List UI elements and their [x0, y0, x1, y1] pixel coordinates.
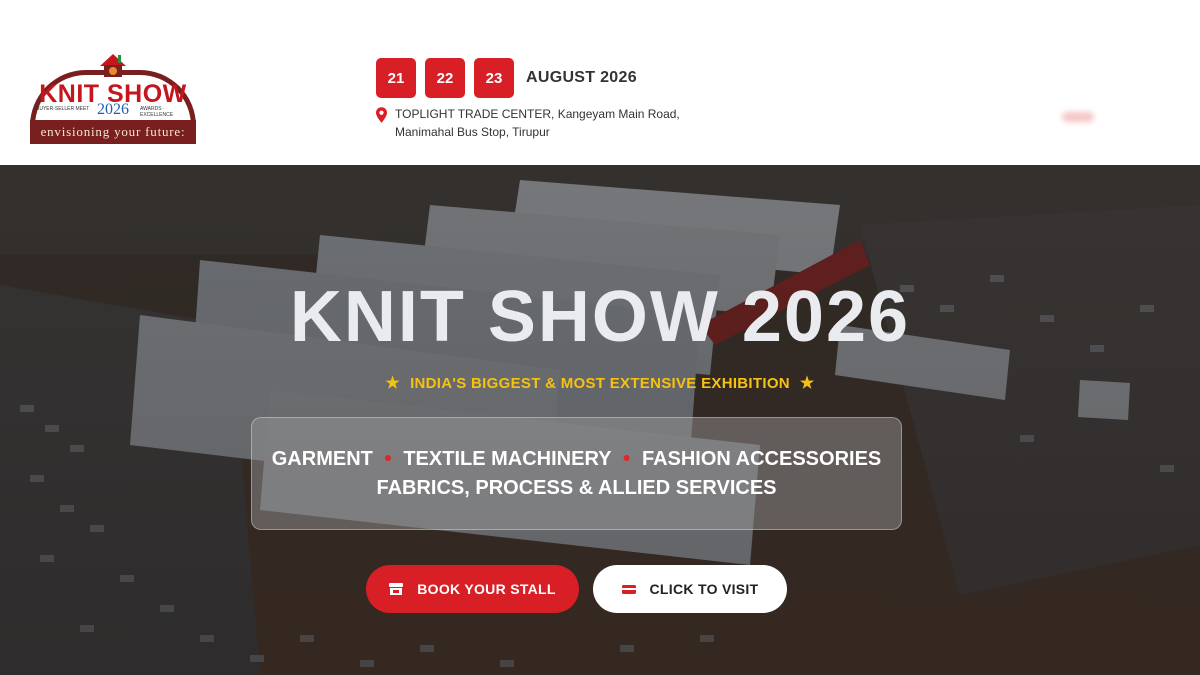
- knit-show-logo[interactable]: KNIT SHOW BUYER-SELLER MEET 2026 AWARDS …: [28, 52, 198, 144]
- hero-title: KNIT SHOW 2026: [289, 277, 911, 357]
- category-fashion-accessories: FASHION ACCESSORIES: [641, 448, 882, 470]
- logo-subtext-right: AWARDS · EXCELLENCE: [140, 106, 174, 118]
- category-garment: GARMENT: [271, 448, 373, 470]
- event-dates: 21 22 23 AUGUST 2026: [376, 58, 637, 98]
- book-your-stall-button[interactable]: BOOK YOUR STALL: [366, 565, 579, 613]
- store-icon: [389, 583, 404, 595]
- sponsor-logo-faded: [1062, 112, 1094, 122]
- venue-line-2: Manimahal Bus Stop, Tirupur: [395, 125, 550, 139]
- category-fabrics-process: FABRICS, PROCESS & ALLIED SERVICES: [376, 477, 777, 499]
- visit-button-label: CLICK TO VISIT: [649, 581, 759, 597]
- bullet-dot-icon: ●: [622, 449, 631, 465]
- venue-line-1: TOPLIGHT TRADE CENTER, Kangeyam Main Roa…: [395, 107, 680, 121]
- book-button-label: BOOK YOUR STALL: [417, 581, 556, 597]
- exhibition-categories-panel: GARMENT ● TEXTILE MACHINERY ● FASHION ACCESS…: [251, 417, 902, 530]
- click-to-visit-button[interactable]: CLICK TO VISIT: [593, 565, 787, 613]
- star-icon: ★: [799, 375, 815, 392]
- date-day-3: 23: [474, 58, 514, 98]
- date-day-2: 22: [425, 58, 465, 98]
- map-pin-icon: [376, 107, 387, 123]
- hero-section: KNIT SHOW 2026 ★ INDIA'S BIGGEST & MOST E…: [0, 165, 1200, 675]
- event-month: AUGUST 2026: [526, 69, 637, 86]
- logo-tagline: envisioning your future:: [30, 120, 196, 144]
- date-day-1: 21: [376, 58, 416, 98]
- ticket-icon: [621, 585, 636, 594]
- bullet-dot-icon: ●: [383, 449, 393, 465]
- event-venue: TOPLIGHT TRADE CENTER, Kangeyam Main Roa…: [376, 105, 680, 141]
- category-textile-machinery: TEXTILE MACHINERY: [403, 448, 612, 470]
- hero-tagline-text: INDIA'S BIGGEST & MOST EXTENSIVE EXHIBIT…: [410, 375, 790, 392]
- site-header: KNIT SHOW BUYER-SELLER MEET 2026 AWARDS …: [0, 0, 1200, 165]
- knitting-house-icon: [100, 54, 126, 77]
- star-icon: ★: [385, 375, 401, 392]
- hero-tagline: ★ INDIA'S BIGGEST & MOST EXTENSIVE EXHIBI…: [0, 373, 1200, 393]
